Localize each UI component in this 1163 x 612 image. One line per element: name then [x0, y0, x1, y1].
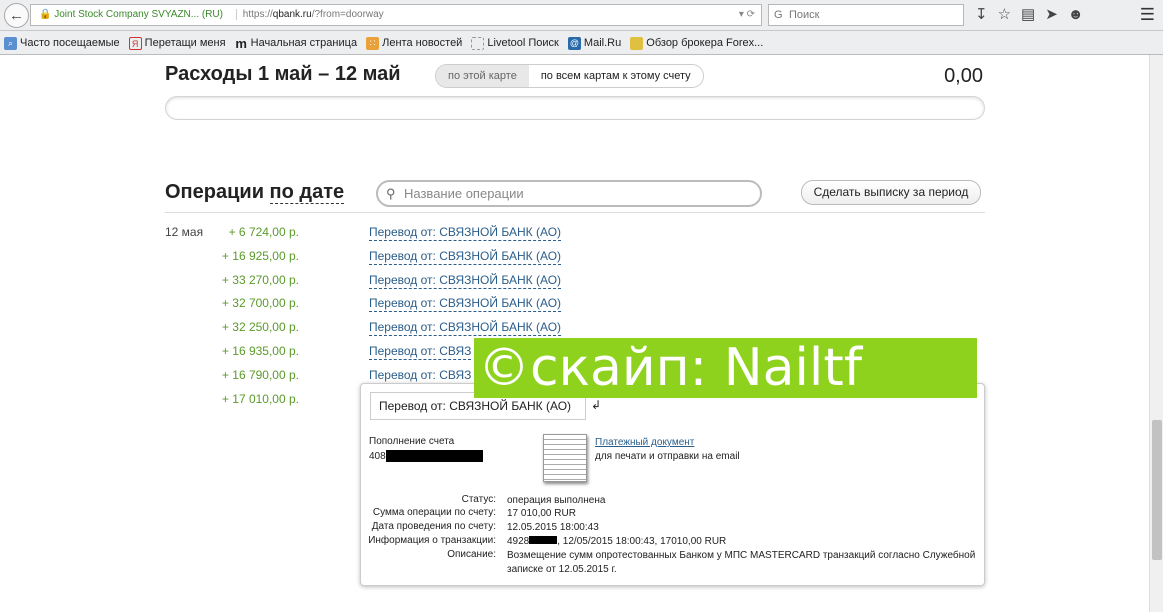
page-icon — [471, 36, 485, 50]
back-button[interactable]: ← — [4, 3, 29, 28]
url-bar[interactable]: 🔒 Joint Stock Company SVYAZN... (RU) htt… — [30, 4, 762, 26]
expenses-total: 0,00 — [944, 65, 983, 87]
operation-search-input[interactable]: ⚲ Название операции — [376, 180, 762, 207]
bookmark-item[interactable]: Я Перетащи меня — [128, 31, 226, 55]
operation-amount: + 16 935,00 р. — [221, 344, 299, 358]
redaction — [529, 536, 558, 544]
divider — [165, 212, 985, 213]
toggle-this-card[interactable]: по этой карте — [436, 65, 529, 87]
search-placeholder: Поиск — [789, 9, 820, 21]
bookmark-star-icon[interactable]: ☆ — [998, 6, 1021, 23]
operations-title: Операции по дате — [165, 181, 345, 204]
field-value: операция выполнена — [507, 495, 606, 506]
field-value: 4928, 12/05/2015 18:00:43, 17010,00 RUR — [507, 536, 727, 547]
operation-kind: Пополнение счета — [369, 436, 455, 447]
sort-by-date[interactable]: по дате — [269, 181, 345, 204]
field-label: Дата проведения по счету: — [371, 521, 496, 532]
bookmark-icon: ⌕ — [4, 36, 17, 50]
browser-toolbar: ← 🔒 Joint Stock Company SVYAZN... (RU) h… — [0, 0, 1163, 31]
download-icon[interactable]: ↧ — [975, 6, 998, 23]
operation-amount: + 33 270,00 р. — [221, 272, 299, 287]
redaction — [385, 450, 483, 462]
reading-list-icon[interactable]: ▤ — [1021, 6, 1045, 23]
watermark: ©скайп: Nailtf — [474, 338, 977, 398]
bookmark-item[interactable]: Livetool Поиск — [471, 31, 559, 55]
operation-detail-panel: Перевод от: СВЯЗНОЙ БАНК (АО) ↲ Пополнен… — [360, 383, 985, 586]
field-label: Описание: — [447, 549, 496, 560]
operation-link[interactable]: Перевод от: СВЯЗ — [369, 344, 472, 360]
operation-link[interactable]: Перевод от: СВЯЗНОЙ БАНК (АО) — [369, 273, 562, 289]
reload-icon[interactable]: ▾ ⟳ — [739, 5, 755, 25]
rss-icon: ∷ — [366, 36, 380, 50]
bookmarks-bar: ⌕ Часто посещаемые Я Перетащи меня m Началь… — [0, 31, 1163, 55]
bookmark-item[interactable]: ⌕ Часто посещаемые — [4, 31, 120, 55]
operation-row[interactable]: + 32 700,00 р. Перевод от: СВЯЗНОЙ БАНК (… — [165, 296, 765, 316]
field-value: 17 010,00 RUR — [507, 508, 576, 519]
operation-date: 12 мая — [165, 225, 204, 239]
account-number: 408 — [369, 450, 483, 462]
chart-icon — [630, 36, 644, 50]
operation-row[interactable]: + 16 925,00 р. Перевод от: СВЯЗНОЙ БАНК (… — [165, 249, 765, 269]
url-prefix: https:// — [242, 9, 273, 20]
operation-amount: + 16 925,00 р. — [221, 248, 299, 263]
operation-amount: + 17 010,00 р. — [221, 391, 299, 406]
bookmark-item[interactable]: ∷ Лента новостей — [366, 31, 462, 55]
operation-row[interactable]: 12 мая + 6 724,00 р. Перевод от: СВЯЗНОЙ Б… — [165, 225, 765, 245]
url-rest: /?from=doorway — [311, 9, 384, 20]
search-icon: G — [774, 9, 783, 21]
document-thumbnail-icon[interactable] — [543, 434, 587, 482]
operation-row[interactable]: + 33 270,00 р. Перевод от: СВЯЗНОЙ БАНК (… — [165, 273, 765, 293]
field-value: Возмещение сумм опротестованных Банком у… — [507, 550, 976, 575]
field-label: Статус: — [461, 494, 496, 505]
scrollbar-thumb[interactable] — [1152, 420, 1162, 560]
operation-amount: + 16 790,00 р. — [221, 367, 299, 382]
yandex-icon: Я — [128, 36, 142, 50]
operation-link[interactable]: Перевод от: СВЯЗ — [369, 368, 472, 384]
operation-amount: + 32 700,00 р. — [221, 296, 299, 311]
menu-icon[interactable]: ☰ — [1140, 5, 1155, 25]
expenses-toggle: по этой карте по всем картам к этому сче… — [435, 64, 704, 88]
operation-link[interactable]: Перевод от: СВЯЗНОЙ БАНК (АО) — [369, 225, 562, 241]
operation-amount: + 32 250,00 р. — [221, 320, 299, 335]
site-identity[interactable]: Joint Stock Company SVYAZN... (RU) — [54, 9, 223, 20]
operation-link[interactable]: Перевод от: СВЯЗНОЙ БАНК (АО) — [369, 249, 562, 265]
bookmark-item[interactable]: m Начальная страница — [235, 31, 357, 55]
operation-link[interactable]: Перевод от: СВЯЗНОЙ БАНК (АО) — [369, 296, 562, 313]
chat-icon[interactable]: ☻ — [1068, 6, 1094, 23]
browser-search[interactable]: G Поиск — [768, 4, 964, 26]
mailru-icon: @ — [567, 36, 581, 50]
url-domain: qbank.ru — [272, 9, 312, 20]
payment-document-note: для печати и отправки на email — [595, 451, 740, 462]
field-value: 12.05.2015 18:00:43 — [507, 522, 599, 533]
expenses-bar — [165, 96, 985, 120]
payment-document-link[interactable]: Платежный документ — [595, 437, 694, 448]
toggle-all-cards[interactable]: по всем картам к этому счету — [528, 65, 703, 87]
lock-icon: 🔒 — [39, 9, 52, 20]
search-icon: ⚲ — [386, 186, 396, 201]
statement-button[interactable]: Сделать выписку за период — [801, 180, 981, 205]
operation-link[interactable]: Перевод от: СВЯЗНОЙ БАНК (АО) — [369, 320, 562, 337]
bookmark-item[interactable]: Обзор брокера Forex... — [630, 31, 763, 55]
field-label: Сумма операции по счету: — [372, 507, 496, 518]
scrollbar[interactable] — [1149, 55, 1163, 612]
send-icon[interactable]: ➤ — [1045, 6, 1068, 23]
operation-amount: + 6 724,00 р. — [228, 225, 299, 239]
return-icon[interactable]: ↲ — [591, 398, 601, 412]
m-icon: m — [235, 35, 247, 51]
field-label: Информация о транзакции: — [368, 535, 496, 546]
expenses-title: Расходы 1 май – 12 май — [165, 63, 401, 85]
bookmark-item[interactable]: @ Mail.Ru — [567, 31, 621, 55]
